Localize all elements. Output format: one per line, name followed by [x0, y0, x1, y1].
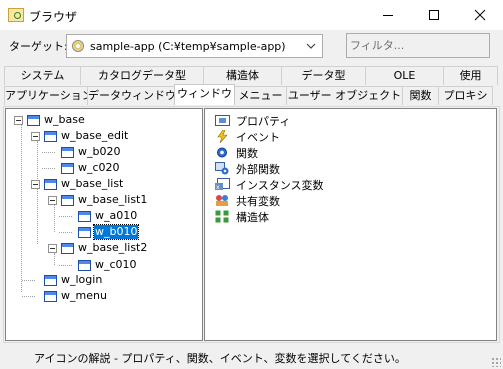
tree-connector	[59, 232, 72, 233]
tree-connector	[22, 296, 35, 297]
list-item-function[interactable]: 関数	[215, 145, 258, 160]
tab-row-1: システム カタログデータ型 構造体 データ型 OLE 使用	[4, 66, 498, 85]
list-item-shared-variable[interactable]: 共有変数	[215, 193, 280, 208]
window-object-icon	[78, 211, 91, 222]
window-object-icon	[61, 163, 74, 174]
tree-connector	[42, 168, 55, 169]
window-object-icon	[44, 275, 57, 286]
tab-proxy[interactable]: プロキシ	[438, 86, 493, 105]
tab-user-object[interactable]: ユーザー オブジェクト	[286, 86, 403, 105]
property-icon	[215, 114, 230, 127]
target-dropdown[interactable]: sample-app (C:¥temp¥sample-app)	[66, 34, 323, 58]
member-list[interactable]: プロパティ イベント 関数 外部関数 x インスタンス変数 共有変数 構造体	[204, 108, 497, 341]
tab-window[interactable]: ウィンドウ	[174, 84, 235, 105]
instance-variable-icon: x	[215, 178, 230, 191]
tab-usage[interactable]: 使用	[443, 66, 498, 85]
minimize-button[interactable]	[365, 0, 411, 30]
tab-menu[interactable]: メニュー	[234, 86, 287, 105]
status-bar: アイコンの解説 - プロパティ、関数、イベント、変数を選択してください。	[0, 345, 503, 369]
close-button[interactable]	[457, 0, 503, 30]
chevron-down-icon	[306, 43, 316, 49]
window-object-icon	[44, 179, 57, 190]
shared-variable-icon	[215, 194, 230, 207]
collapse-toggle-icon[interactable]	[31, 132, 40, 141]
tree-connector	[37, 189, 38, 244]
tree-node-w-base-list2[interactable]: w_base_list2	[77, 241, 148, 255]
window-object-icon	[61, 147, 74, 158]
tab-structure[interactable]: 構造体	[203, 66, 282, 85]
window-object-icon	[78, 227, 91, 238]
tree-node-w-base-edit[interactable]: w_base_edit	[60, 129, 129, 143]
filter-input[interactable]	[350, 35, 486, 56]
tree-connector	[37, 141, 38, 181]
close-icon	[474, 9, 486, 21]
window-object-icon	[61, 195, 74, 206]
window-object-icon	[78, 260, 91, 271]
window-object-icon	[44, 131, 57, 142]
svg-text:x: x	[216, 184, 220, 191]
collapse-toggle-icon[interactable]	[48, 244, 57, 253]
structure-icon	[215, 210, 230, 223]
tree-node-w-b020[interactable]: w_b020	[77, 145, 121, 159]
list-item-instance-variable[interactable]: x インスタンス変数	[215, 177, 324, 192]
tree-node-w-login[interactable]: w_login	[60, 273, 103, 287]
tree-connector	[54, 253, 55, 265]
tree-connector	[59, 265, 72, 266]
browser-app-icon	[8, 8, 24, 22]
target-value: sample-app (C:¥temp¥sample-app)	[90, 40, 286, 53]
tab-application[interactable]: アプリケーション	[4, 86, 88, 105]
object-tree[interactable]: w_base w_base_edit w_b020 w_c020 w_base_…	[5, 108, 203, 341]
tab-datatype[interactable]: データ型	[281, 66, 366, 85]
list-item-property[interactable]: プロパティ	[215, 113, 290, 128]
tree-node-w-c020[interactable]: w_c020	[77, 161, 121, 175]
filter-field[interactable]	[346, 33, 490, 58]
maximize-button[interactable]	[411, 0, 457, 30]
tree-node-w-b010[interactable]: w_b010	[92, 224, 140, 240]
tab-catalog-datatype[interactable]: カタログデータ型	[80, 66, 204, 85]
list-item-external-function[interactable]: 外部関数	[215, 161, 280, 176]
window-object-icon	[27, 115, 40, 126]
window-object-icon	[44, 291, 57, 302]
tree-connector	[22, 280, 35, 281]
event-icon	[215, 130, 230, 143]
tree-connector	[54, 205, 55, 232]
tab-ole[interactable]: OLE	[365, 66, 444, 85]
window-title: ブラウザ	[29, 10, 78, 24]
list-item-structure[interactable]: 構造体	[215, 209, 269, 224]
tree-node-w-menu[interactable]: w_menu	[60, 289, 108, 303]
collapse-toggle-icon[interactable]	[14, 116, 23, 125]
maximize-icon	[429, 10, 439, 20]
tree-node-w-base-list1[interactable]: w_base_list1	[77, 193, 148, 207]
external-function-icon	[215, 162, 230, 175]
tree-node-w-base[interactable]: w_base	[43, 113, 86, 127]
tree-connector	[59, 216, 72, 217]
target-label: ターゲット:	[9, 40, 68, 53]
tree-connector	[21, 125, 22, 292]
window-object-icon	[61, 243, 74, 254]
tab-datawindow[interactable]: データウィンドウ	[87, 86, 175, 105]
tree-node-w-a010[interactable]: w_a010	[94, 209, 138, 223]
tab-function[interactable]: 関数	[402, 86, 439, 105]
target-library-icon	[72, 40, 84, 52]
tab-system[interactable]: システム	[4, 66, 81, 85]
function-icon	[215, 146, 230, 159]
list-item-event[interactable]: イベント	[215, 129, 280, 144]
tab-row-2: アプリケーション データウィンドウ ウィンドウ メニュー ユーザー オブジェクト…	[4, 84, 493, 105]
minimize-icon	[383, 15, 393, 16]
tree-node-w-base-list[interactable]: w_base_list	[60, 177, 124, 191]
tree-node-w-c010[interactable]: w_c010	[94, 258, 138, 272]
title-bar: ブラウザ	[0, 0, 503, 30]
collapse-toggle-icon[interactable]	[31, 180, 40, 189]
tree-connector	[42, 152, 55, 153]
resize-grip-icon[interactable]	[491, 357, 501, 367]
collapse-toggle-icon[interactable]	[48, 196, 57, 205]
status-text: アイコンの解説 - プロパティ、関数、イベント、変数を選択してください。	[34, 352, 406, 365]
